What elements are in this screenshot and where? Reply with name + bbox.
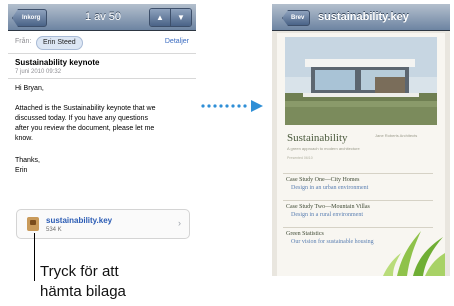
mail-message-screen: Inkorg 1 av 50 ▲ ▼ Från: Erin Steed Deta… [8, 4, 196, 244]
document-meta: Presented 06/10 [287, 156, 313, 160]
paragraph-line: know. [15, 135, 33, 142]
header-divider [8, 78, 196, 79]
keynote-file-icon [27, 217, 39, 231]
document-page[interactable]: Sustainability Jane Roberts Architects A… [277, 33, 445, 276]
document-title: sustainability.key [318, 11, 409, 23]
callout-line [34, 233, 35, 281]
section-divider [283, 227, 433, 228]
case-link: Our vision for sustainable housing [291, 239, 374, 245]
chevron-right-icon: › [178, 218, 181, 228]
mail-navbar: Inkorg 1 av 50 ▲ ▼ [8, 4, 196, 31]
details-link[interactable]: Detaljer [165, 31, 189, 53]
sender-chip[interactable]: Erin Steed [36, 36, 83, 50]
mail-back-button[interactable]: Brev [282, 10, 311, 26]
case-link: Design in an urban environment [291, 185, 369, 191]
attachment-row[interactable]: sustainability.key 534 K › [16, 209, 190, 239]
paragraph-line: Attached is the Sustainability keynote t… [15, 105, 156, 112]
document-viewer-screen: Brev sustainability.key Sustainability J… [272, 4, 450, 276]
inbox-back-button[interactable]: Inkorg [12, 9, 48, 27]
down-arrow-icon[interactable]: ▼ [170, 9, 191, 26]
callout-line-2: hämta bilaga [40, 283, 126, 300]
case-title: Green Statistics [286, 231, 324, 237]
case-title: Case Study Two—Mountain Villas [286, 204, 370, 210]
section-divider [283, 173, 433, 174]
callout-line-1: Tryck för att [40, 263, 119, 280]
paragraph-line: discussed today. If you have any questio… [15, 115, 148, 122]
case-link: Design in a rural environment [291, 212, 363, 218]
document-subheading: A green approach to modern architecture [287, 146, 360, 151]
message-date: 7 juni 2010 09:32 [15, 69, 62, 75]
viewer-navbar: Brev sustainability.key [272, 4, 450, 31]
paragraph-line: after you review the document, please le… [15, 125, 155, 132]
document-author-tag: Jane Roberts Architects [375, 133, 418, 138]
message-paragraph: Attached is the Sustainability keynote t… [15, 104, 191, 144]
grass-decoration [383, 231, 445, 276]
dotted-arrow-icon [201, 100, 263, 112]
attachment-file-name: sustainability.key [46, 216, 113, 225]
signoff-text: Thanks, [15, 157, 40, 164]
attachment-file-size: 534 K [46, 227, 62, 233]
message-subject: Sustainability keynote [15, 58, 100, 67]
document-heading: Sustainability [287, 132, 348, 144]
greeting-text: Hi Bryan, [15, 85, 44, 92]
case-title: Case Study One—City Homes [286, 177, 360, 183]
signature-text: Erin [15, 167, 28, 174]
section-divider [283, 200, 433, 201]
from-row: Från: Erin Steed Detaljer [8, 31, 196, 54]
from-label: Från: [15, 38, 32, 45]
up-arrow-icon[interactable]: ▲ [150, 9, 170, 26]
callout-caption: Tryck för att hämta bilaga [40, 262, 190, 302]
message-position-title: 1 av 50 [84, 11, 122, 23]
message-nav-arrows: ▲ ▼ [149, 8, 192, 27]
house-photo [285, 37, 437, 125]
